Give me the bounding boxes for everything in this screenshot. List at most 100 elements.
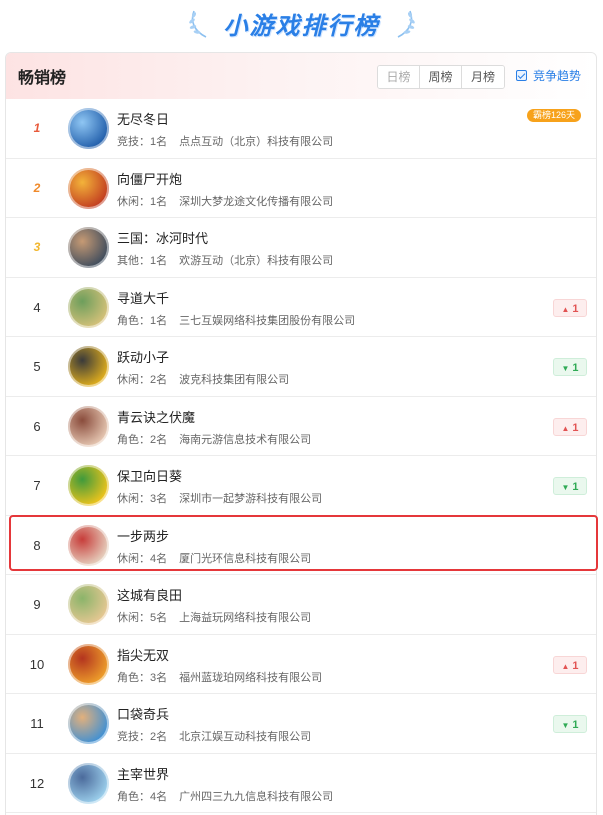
rank-number: 8 — [33, 537, 41, 553]
game-meta: 角色：4名 广州四三九九信息科技有限公司 — [117, 788, 333, 804]
rank-change-value: 1 — [572, 421, 579, 434]
rank-change-value: 1 — [572, 481, 579, 493]
rank-number: 9 — [33, 597, 41, 612]
general-icon[interactable] — [68, 227, 109, 268]
sage-icon[interactable] — [68, 286, 109, 328]
bestseller-panel: 畅销榜 日榜 周榜 月榜 竞争趋势 1 无尽冬日 竞技：1名 点点互动（北京）科技有限… — [5, 52, 597, 815]
game-meta: 角色：1名 三七互娱网络科技集团股份有限公司 — [117, 312, 355, 328]
arrow-down-icon: ▼ — [561, 721, 570, 730]
game-name[interactable]: 三国：冰河时代 — [117, 228, 208, 247]
rank-change-badge: ▲ 1 — [553, 417, 587, 436]
rank-number: 3 — [33, 240, 41, 254]
category-rank: 竞技：1名 — [117, 136, 168, 148]
soldier-icon[interactable] — [68, 703, 109, 744]
company-name: 上海益玩网络科技有限公司 — [179, 612, 312, 624]
category-rank: 角色：3名 — [117, 671, 168, 684]
company-name: 点点互动（北京）科技有限公司 — [179, 136, 334, 148]
game-name[interactable]: 保卫向日葵 — [117, 466, 182, 485]
rank-number: 6 — [33, 418, 41, 434]
company-name: 福州蓝珑珀网络科技有限公司 — [179, 671, 323, 684]
category-rank: 休闲：3名 — [117, 493, 168, 505]
rank-list: 1 无尽冬日竞技：1名 点点互动（北京）科技有限公司 霸榜126天 2 向僵尸开炮休闲：1… — [6, 99, 596, 813]
cow-icon[interactable] — [68, 524, 109, 566]
dragon-knight-icon[interactable] — [68, 762, 109, 804]
heroine-icon[interactable] — [68, 405, 109, 447]
arrow-up-icon: ▲ — [561, 661, 570, 671]
game-name[interactable]: 无尽冬日 — [117, 109, 169, 128]
list-item[interactable]: 6 青云诀之伏魔角色：2名 海南元游信息技术有限公司 ▲ 1 — [6, 397, 596, 456]
frozen-city-icon[interactable] — [68, 108, 109, 149]
game-meta: 竞技：1名 点点互动（北京）科技有限公司 — [117, 133, 333, 149]
company-name: 三七互娱网络科技集团股份有限公司 — [179, 314, 356, 327]
game-meta: 休闲：4名 厦门光环信息科技有限公司 — [117, 550, 311, 566]
rank-number: 12 — [29, 775, 45, 791]
list-item[interactable]: 9 这城有良田休闲：5名 上海益玩网络科技有限公司 — [6, 575, 596, 635]
category-rank: 休闲：5名 — [117, 612, 168, 624]
rank-change-badge: ▲ 1 — [553, 298, 587, 317]
list-item[interactable]: 11 口袋奇兵竞技：2名 北京江娱互动科技有限公司 ▼ 1 — [6, 694, 596, 754]
game-name[interactable]: 主宰世界 — [117, 764, 169, 783]
company-name: 深圳大梦龙途文化传播有限公司 — [179, 195, 334, 208]
list-item[interactable]: 1 无尽冬日竞技：1名 点点互动（北京）科技有限公司 霸榜126天 — [6, 99, 596, 159]
helmet-icon[interactable] — [68, 346, 109, 387]
period-tabs: 日榜 周榜 月榜 — [377, 65, 505, 89]
rank-number: 10 — [29, 656, 45, 672]
game-name[interactable]: 青云诀之伏魔 — [117, 407, 195, 426]
list-item[interactable]: 2 向僵尸开炮休闲：1名 深圳大梦龙途文化传播有限公司 — [6, 159, 596, 218]
rank-change-badge: ▼ 1 — [553, 715, 587, 733]
game-meta: 休闲：1名 深圳大梦龙途文化传播有限公司 — [117, 193, 333, 209]
game-meta: 角色：2名 海南元游信息技术有限公司 — [117, 431, 311, 447]
game-name[interactable]: 寻道大千 — [117, 288, 169, 307]
company-name: 欢游互动（北京）科技有限公司 — [179, 255, 334, 267]
company-name: 广州四三九九信息科技有限公司 — [179, 790, 334, 803]
game-meta: 竞技：2名 北京江娱互动科技有限公司 — [117, 728, 311, 744]
game-name[interactable]: 一步两步 — [117, 526, 169, 545]
list-item[interactable]: 4 寻道大千 角色：1名 三七互娱网络科技集团股份有限公司 ▲ 1 — [6, 278, 596, 337]
list-item[interactable]: 12 主宰世界角色：4名 广州四三九九信息科技有限公司 — [6, 754, 596, 813]
game-name[interactable]: 跃动小子 — [117, 347, 169, 366]
checkbox-icon[interactable] — [516, 70, 527, 81]
company-name: 厦门光环信息科技有限公司 — [179, 552, 312, 565]
category-rank: 休闲：1名 — [117, 195, 168, 208]
list-item[interactable]: 7 保卫向日葵 休闲：3名 深圳市一起梦游科技有限公司 ▼ 1 — [6, 456, 596, 516]
rank-change-badge: ▲ 1 — [553, 655, 587, 674]
company-name: 深圳市一起梦游科技有限公司 — [179, 493, 323, 505]
category-rank: 角色：4名 — [117, 790, 168, 803]
rank-change-value: 1 — [572, 302, 579, 315]
game-name[interactable]: 指尖无双 — [117, 645, 169, 664]
list-item[interactable]: 10 指尖无双角色：3名 福州蓝珑珀网络科技有限公司 ▲ 1 — [6, 635, 596, 694]
game-name[interactable]: 口袋奇兵 — [117, 704, 169, 723]
list-item[interactable]: 8 一步两步休闲：4名 厦门光环信息科技有限公司 — [6, 516, 596, 575]
competition-trend-toggle[interactable]: 竞争趋势 — [516, 67, 581, 84]
rank-change-badge: ▼ 1 — [553, 358, 587, 376]
game-meta: 休闲：5名 上海益玩网络科技有限公司 — [117, 609, 311, 625]
monkey-king-icon[interactable] — [68, 643, 109, 685]
game-meta: 休闲：2名 波克科技集团有限公司 — [117, 371, 289, 387]
category-rank: 角色：1名 — [117, 314, 168, 327]
farm-icon[interactable] — [68, 584, 109, 625]
rank-number: 11 — [30, 716, 44, 731]
tab-monthly[interactable]: 月榜 — [462, 66, 504, 88]
warrior-icon[interactable] — [68, 167, 109, 209]
rank-change-value: 1 — [572, 659, 579, 672]
sunflower-icon[interactable] — [68, 465, 109, 506]
company-name: 北京江娱互动科技有限公司 — [179, 731, 312, 743]
game-meta: 角色：3名 福州蓝珑珀网络科技有限公司 — [117, 669, 322, 685]
laurel-right-icon — [397, 10, 415, 38]
game-name[interactable]: 向僵尸开炮 — [117, 169, 182, 188]
category-rank: 休闲：2名 — [117, 374, 168, 386]
category-rank: 角色：2名 — [117, 433, 168, 446]
list-item[interactable]: 3 三国：冰河时代 其他：1名 欢游互动（北京）科技有限公司 — [6, 218, 596, 278]
streak-badge: 霸榜126天 — [527, 109, 582, 122]
trend-label: 竞争趋势 — [533, 69, 582, 83]
list-item[interactable]: 5 跃动小子 休闲：2名 波克科技集团有限公司 ▼ 1 — [6, 337, 596, 397]
tab-daily[interactable]: 日榜 — [378, 66, 420, 88]
tab-weekly[interactable]: 周榜 — [420, 66, 462, 88]
category-rank: 竞技：2名 — [117, 731, 168, 743]
game-name[interactable]: 这城有良田 — [117, 585, 182, 604]
company-name: 波克科技集团有限公司 — [179, 374, 290, 386]
rank-number: 1 — [33, 121, 41, 135]
rank-number: 2 — [33, 180, 41, 195]
arrow-up-icon: ▲ — [561, 304, 570, 314]
arrow-down-icon: ▼ — [561, 364, 570, 373]
